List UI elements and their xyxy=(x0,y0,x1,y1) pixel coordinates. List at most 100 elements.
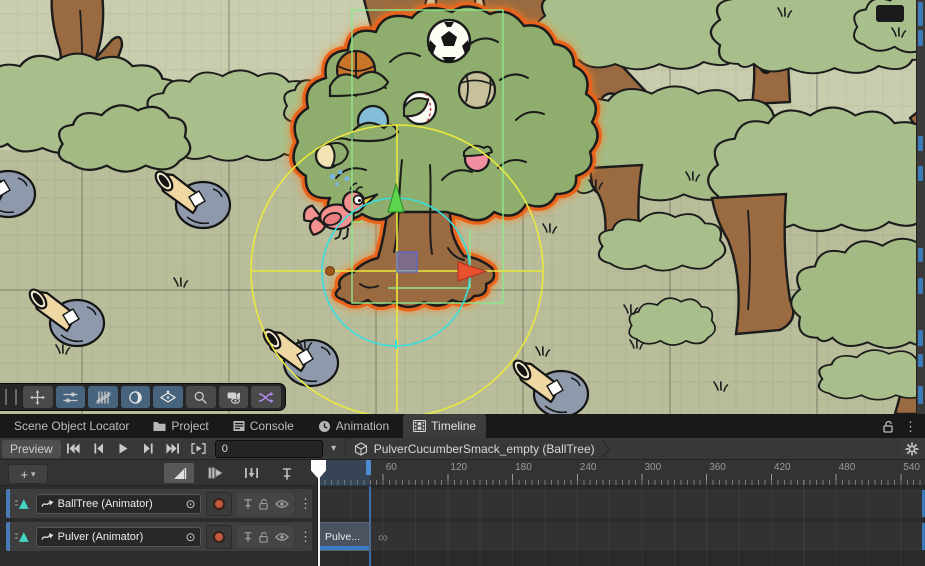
play-range-icon xyxy=(191,443,206,454)
clip-loop-indicator: ∞ xyxy=(378,522,388,551)
track-row-pulver[interactable]: Pulver (Animator) ⊙ ⋮ xyxy=(6,522,312,551)
frame-dropdown-arrow[interactable]: ▾ xyxy=(323,443,345,454)
track-binding-field[interactable]: BallTree (Animator) ⊙ xyxy=(36,494,201,514)
play-range-button[interactable] xyxy=(186,439,211,459)
tab-label: Project xyxy=(171,419,208,433)
timeline-content[interactable]: 0 60 120 180 240 300 360 420 480 540 Pul… xyxy=(318,460,925,566)
eye-icon[interactable] xyxy=(275,499,289,509)
unlock-icon[interactable] xyxy=(258,498,269,510)
eye-icon[interactable] xyxy=(275,532,289,542)
kebab-menu-icon[interactable]: ⋮ xyxy=(904,420,917,433)
toolbar-drag-handle[interactable] xyxy=(5,389,17,405)
add-track-button[interactable]: +▾ xyxy=(8,464,48,484)
next-frame-icon xyxy=(143,443,154,454)
panel-tab-bar: Scene Object Locator Project Console Ani… xyxy=(0,414,925,438)
edit-in-button[interactable] xyxy=(200,463,230,483)
tab-scene-object-locator[interactable]: Scene Object Locator xyxy=(4,414,139,438)
console-icon xyxy=(233,420,245,432)
preview-toggle-button[interactable]: Preview xyxy=(2,440,61,458)
play-icon xyxy=(118,443,128,454)
scene-viewport[interactable] xyxy=(0,0,925,414)
skip-end-icon xyxy=(166,443,180,454)
frame-gridlines xyxy=(318,486,925,566)
playhead-line xyxy=(318,474,320,566)
camera-visibility-button[interactable] xyxy=(219,386,249,408)
gizmo-toggle-button[interactable] xyxy=(153,386,183,408)
move-tool-button[interactable] xyxy=(23,386,53,408)
track-row-balltree[interactable]: BallTree (Animator) ⊙ ⋮ xyxy=(6,489,312,518)
grid-hatch-icon xyxy=(96,390,111,405)
baseball[interactable] xyxy=(404,92,436,124)
breadcrumb-chevron xyxy=(601,439,611,459)
folder-icon xyxy=(153,420,166,432)
ruler-label: 480 xyxy=(839,462,856,473)
add-track-label: + xyxy=(20,468,28,481)
track-kebab-menu[interactable]: ⋮ xyxy=(299,530,312,543)
track-binding-field[interactable]: Pulver (Animator) ⊙ xyxy=(36,527,201,547)
scene-toolbar xyxy=(0,383,286,411)
tab-timeline[interactable]: Timeline xyxy=(403,414,486,438)
grid-snap-tool-button[interactable] xyxy=(88,386,118,408)
skip-start-icon xyxy=(66,443,80,454)
clip-label: Pulve... xyxy=(325,531,360,543)
animator-track-icon xyxy=(14,496,31,511)
camera-eye-icon xyxy=(226,390,242,405)
ruler-label: 300 xyxy=(645,462,662,473)
tab-label: Scene Object Locator xyxy=(14,419,129,433)
time-ruler[interactable]: 0 60 120 180 240 300 360 420 480 540 xyxy=(318,460,925,486)
tab-console[interactable]: Console xyxy=(223,414,304,438)
scrollbar-marker xyxy=(918,30,923,46)
soccer-ball[interactable] xyxy=(428,20,470,62)
scrollbar-marker xyxy=(918,386,923,404)
insert-marker-icon xyxy=(244,467,259,479)
unlock-icon[interactable] xyxy=(882,420,894,433)
record-button[interactable] xyxy=(206,525,233,549)
next-frame-button[interactable] xyxy=(136,439,161,459)
timeline-toolbar: Preview 0 ▾ PulverCucumberSmack_empty (B… xyxy=(0,438,925,460)
volleyball[interactable] xyxy=(459,72,495,108)
tab-animation[interactable]: Animation xyxy=(308,414,399,438)
pin-header-button[interactable] xyxy=(272,463,302,483)
curves-view-button[interactable] xyxy=(164,463,194,483)
pin-icon[interactable] xyxy=(243,531,253,542)
scrollbar-marker xyxy=(918,354,923,367)
scene-canvas xyxy=(0,0,925,414)
target-picker-icon[interactable]: ⊙ xyxy=(186,498,196,510)
duration-end-marker[interactable] xyxy=(366,460,371,475)
contrast-tool-button[interactable] xyxy=(121,386,151,408)
unlock-icon[interactable] xyxy=(258,531,269,543)
record-button[interactable] xyxy=(206,492,233,516)
search-tool-button[interactable] xyxy=(186,386,216,408)
move-icon xyxy=(30,390,45,405)
record-dot xyxy=(213,531,225,543)
skip-end-button[interactable] xyxy=(161,439,186,459)
target-picker-icon[interactable]: ⊙ xyxy=(186,531,196,543)
animator-track-icon xyxy=(14,529,31,544)
search-icon xyxy=(193,390,208,405)
scrollbar-marker xyxy=(918,248,923,262)
frame-number-field[interactable]: 0 xyxy=(215,440,323,458)
rotation-handle-dot[interactable] xyxy=(326,267,335,276)
ruler-label: 420 xyxy=(774,462,791,473)
timeline-settings-button[interactable] xyxy=(899,438,925,459)
move-plane-handle[interactable] xyxy=(397,252,417,272)
breadcrumb-title[interactable]: PulverCucumberSmack_empty (BallTree) xyxy=(374,442,595,456)
pin-icon[interactable] xyxy=(243,498,253,509)
prev-frame-button[interactable] xyxy=(86,439,111,459)
record-dot xyxy=(213,498,225,510)
prev-frame-icon xyxy=(93,443,104,454)
track-kebab-menu[interactable]: ⋮ xyxy=(299,497,312,510)
track-options-group xyxy=(237,526,294,548)
play-button[interactable] xyxy=(111,439,136,459)
scrollbar-marker xyxy=(918,278,923,294)
tab-project[interactable]: Project xyxy=(143,414,218,438)
pulver-clip[interactable]: Pulve... xyxy=(319,522,370,551)
insert-marker-button[interactable] xyxy=(236,463,266,483)
scene-scrollbar[interactable] xyxy=(916,0,925,414)
shuffle-icon xyxy=(258,390,274,405)
skip-start-button[interactable] xyxy=(61,439,86,459)
sliders-tool-button[interactable] xyxy=(56,386,86,408)
shuffle-tool-button[interactable] xyxy=(251,386,281,408)
scrollbar-marker xyxy=(918,330,923,346)
track-panel-header: +▾ xyxy=(0,460,317,486)
